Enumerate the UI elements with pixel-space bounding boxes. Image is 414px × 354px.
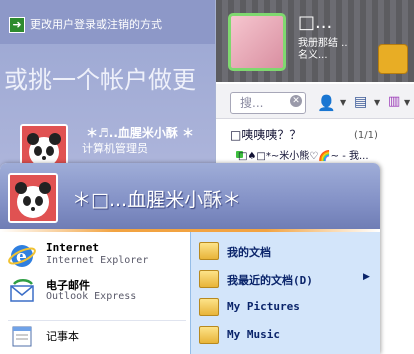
switch-arrow-icon[interactable]: ➜ <box>9 17 25 33</box>
messenger-display-name[interactable]: □... <box>298 12 332 33</box>
group-count: (1/1) <box>354 130 378 141</box>
login-prompt: 或挑一个帐户做更 <box>4 66 196 94</box>
chevron-down-icon[interactable]: ▼ <box>404 98 410 107</box>
my-pictures-icon <box>199 298 219 316</box>
places-item-label: 我最近的文档(D) <box>227 274 313 287</box>
start-menu-user-name: ＊□...血腥米小酥＊ <box>72 189 242 211</box>
places-item-label: 我的文档 <box>227 246 271 259</box>
menu-icon[interactable]: ▥ <box>388 94 400 109</box>
login-user-name[interactable]: ＊♬..血腥米小酥 ＊ <box>86 124 194 141</box>
login-user-role: 计算机管理员 <box>82 142 148 155</box>
messenger-display-picture[interactable] <box>228 13 286 71</box>
user-avatar[interactable] <box>8 173 58 223</box>
view-options-icon[interactable]: ▤ <box>354 94 367 110</box>
clear-search-icon[interactable]: ✕ <box>290 95 302 107</box>
panda-avatar-icon <box>10 175 56 221</box>
contact-group-header[interactable]: □咦咦咦？？ <box>230 126 301 143</box>
pinned-item-title: 记事本 <box>46 330 79 343</box>
messenger-personal-message[interactable]: 我册那结 .. 名义... <box>298 38 354 62</box>
pinned-item-notepad[interactable]: 记事本 <box>8 320 186 347</box>
status-line-1: 我册那结 .. <box>298 38 348 49</box>
outlook-express-icon <box>10 279 34 302</box>
add-contact-icon[interactable]: 👤 <box>317 94 336 112</box>
mail-icon[interactable] <box>378 44 408 74</box>
notepad-icon <box>12 326 32 347</box>
pinned-item-email[interactable]: 电子邮件 Outlook Express <box>8 276 186 310</box>
chevron-down-icon[interactable]: ▼ <box>340 98 346 107</box>
places-item-label: My Music <box>227 328 280 341</box>
places-item-label: My Pictures <box>227 300 300 313</box>
search-placeholder: 搜... <box>240 96 264 110</box>
submenu-arrow-icon: ▶ <box>363 272 370 282</box>
places-item-my-pictures[interactable]: My Pictures <box>199 296 375 318</box>
my-documents-icon <box>199 242 219 260</box>
switch-user-link[interactable]: 更改用户登录或注销的方式 <box>30 16 162 32</box>
places-item-my-music[interactable]: My Music <box>199 324 375 346</box>
recent-documents-icon <box>199 270 219 288</box>
pinned-item-title: Internet <box>46 241 99 254</box>
places-pane: 我的文档 我最近的文档(D) ▶ My Pictures My Music <box>190 232 380 354</box>
places-item-my-documents[interactable]: 我的文档 <box>199 240 375 262</box>
pinned-item-subtitle: Internet Explorer <box>46 255 149 266</box>
places-item-recent-documents[interactable]: 我最近的文档(D) ▶ <box>199 268 375 290</box>
pinned-programs-pane: e Internet Internet Explorer 电子邮件 Outloo… <box>0 232 190 354</box>
pinned-item-internet[interactable]: e Internet Internet Explorer <box>8 240 186 274</box>
start-menu: ＊□...血腥米小酥＊ e Internet Internet Explorer… <box>0 163 380 354</box>
contact-list-item[interactable]: □♠□*~米小熊♡🌈~ - 我... <box>238 147 369 162</box>
status-line-2: 名义... <box>298 50 328 61</box>
my-music-icon <box>199 326 219 344</box>
chevron-down-icon[interactable]: ▼ <box>374 98 380 107</box>
internet-explorer-icon: e <box>8 245 36 267</box>
pinned-item-subtitle: Outlook Express <box>46 291 137 302</box>
